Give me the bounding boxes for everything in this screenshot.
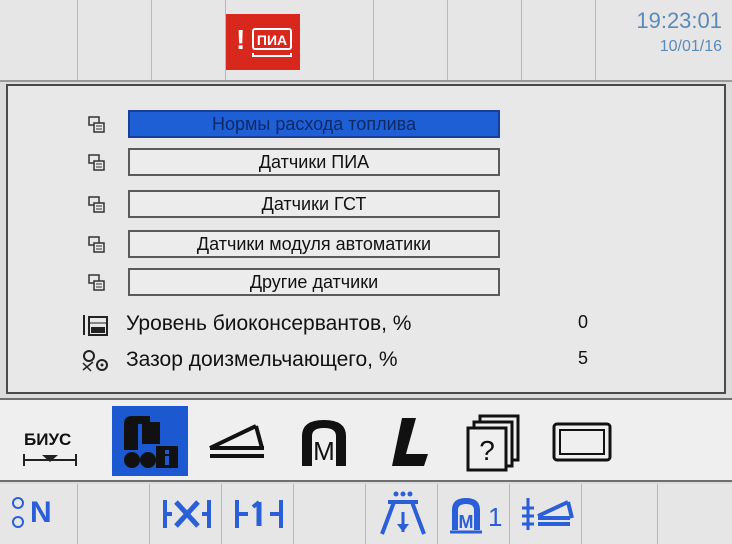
svg-text:M: M xyxy=(313,436,335,466)
submenu-icon xyxy=(88,196,105,213)
neutral-indicator[interactable]: N xyxy=(0,484,78,544)
clock-date: 10/01/16 xyxy=(659,38,722,55)
top-slot-6 xyxy=(374,0,448,80)
chute-level-indicator[interactable] xyxy=(510,484,582,544)
menu-item-pia-sensors[interactable]: Датчики ПИА xyxy=(8,148,724,178)
pia-alarm-indicator[interactable]: ! ПИА xyxy=(226,14,300,70)
menu-item-gst-sensors[interactable]: Датчики ГСТ xyxy=(8,190,724,220)
menu-button-pia-sensors[interactable]: Датчики ПИА xyxy=(128,148,500,176)
biys-button[interactable]: БИУС xyxy=(8,406,106,476)
param-grinder-gap[interactable]: Зазор доизмельчающего, % 5 xyxy=(8,344,724,376)
pia-comb-icon xyxy=(252,53,292,57)
menu-button-fuel-norms[interactable]: Нормы расхода топлива xyxy=(128,110,500,138)
cross-lock-icon xyxy=(163,500,211,528)
settings-panel: Нормы расхода топлива Датчики ПИА Датчик… xyxy=(6,84,726,394)
help-icon: ? xyxy=(466,414,520,472)
engine-mode-icon: M xyxy=(450,498,482,534)
svg-text:?: ? xyxy=(479,435,495,466)
param-biopreservative-level[interactable]: Уровень биоконсервантов, % 0 xyxy=(8,308,724,340)
sensor-info-icon xyxy=(124,416,178,468)
engine-button[interactable]: M xyxy=(286,406,362,476)
menu-item-other-sensors[interactable]: Другие датчики xyxy=(8,268,724,298)
function-toolbar: БИУС M ? xyxy=(0,398,732,482)
gap-setting-icon xyxy=(82,350,108,372)
l-tool-button[interactable] xyxy=(372,406,448,476)
param-label: Зазор доизмельчающего, % xyxy=(126,348,398,371)
param-value: 5 xyxy=(578,348,589,368)
bottom-slot-5 xyxy=(294,484,366,544)
pia-alarm-label: ПИА xyxy=(252,28,292,50)
clock: 19:23:01 10/01/16 xyxy=(636,8,722,58)
sensor-info-button[interactable] xyxy=(112,406,188,476)
biys-label: БИУС xyxy=(24,430,72,449)
top-status-bar: ! ПИА 19:23:01 10/01/16 xyxy=(0,0,732,82)
param-value: 0 xyxy=(578,312,589,332)
engine-mode-indicator[interactable]: M 1 xyxy=(438,484,510,544)
diff-lock-icon xyxy=(235,500,283,528)
engine-icon: M xyxy=(302,420,346,466)
menu-item-fuel-norms[interactable]: Нормы расхода топлива xyxy=(8,110,724,140)
level-arrow-icon xyxy=(23,454,77,466)
submenu-icon xyxy=(88,274,105,291)
engine-mode-number: 1 xyxy=(488,502,503,532)
submenu-icon xyxy=(88,154,105,171)
top-slot-8 xyxy=(522,0,596,80)
screen-icon xyxy=(552,422,612,462)
chute-button[interactable] xyxy=(200,406,276,476)
neutral-label: N xyxy=(30,496,52,529)
bottom-slot-9 xyxy=(582,484,658,544)
top-slot-1 xyxy=(0,0,78,80)
svg-text:M: M xyxy=(459,512,474,532)
header-lift-indicator[interactable] xyxy=(366,484,438,544)
param-label: Уровень биоконсервантов, % xyxy=(126,312,412,335)
screen-button[interactable] xyxy=(544,406,620,476)
diff-lock-indicator[interactable] xyxy=(222,484,294,544)
help-button[interactable]: ? xyxy=(458,406,534,476)
top-slot-7 xyxy=(448,0,522,80)
submenu-icon xyxy=(88,116,105,133)
bottom-slot-2 xyxy=(78,484,150,544)
cross-lock-indicator[interactable] xyxy=(150,484,222,544)
top-slot-5 xyxy=(300,0,374,80)
gear-positions-icon xyxy=(12,497,24,528)
alarm-exclamation-icon: ! xyxy=(236,24,246,55)
tank-level-icon xyxy=(83,315,108,336)
clock-time: 19:23:01 xyxy=(636,8,722,33)
chute-icon xyxy=(209,424,264,458)
bottom-slot-10 xyxy=(658,484,732,544)
menu-button-automation-sensors[interactable]: Датчики модуля автоматики xyxy=(128,230,500,258)
menu-item-automation-sensors[interactable]: Датчики модуля автоматики xyxy=(8,230,724,260)
top-slot-3 xyxy=(152,0,226,80)
menu-button-other-sensors[interactable]: Другие датчики xyxy=(128,268,500,296)
menu-button-gst-sensors[interactable]: Датчики ГСТ xyxy=(128,190,500,218)
l-tool-icon xyxy=(392,418,428,466)
chute-level-icon xyxy=(522,498,574,530)
top-slot-2 xyxy=(78,0,152,80)
bottom-status-bar: N M 1 xyxy=(0,484,732,544)
header-lift-icon xyxy=(380,491,426,535)
submenu-icon xyxy=(88,236,105,253)
